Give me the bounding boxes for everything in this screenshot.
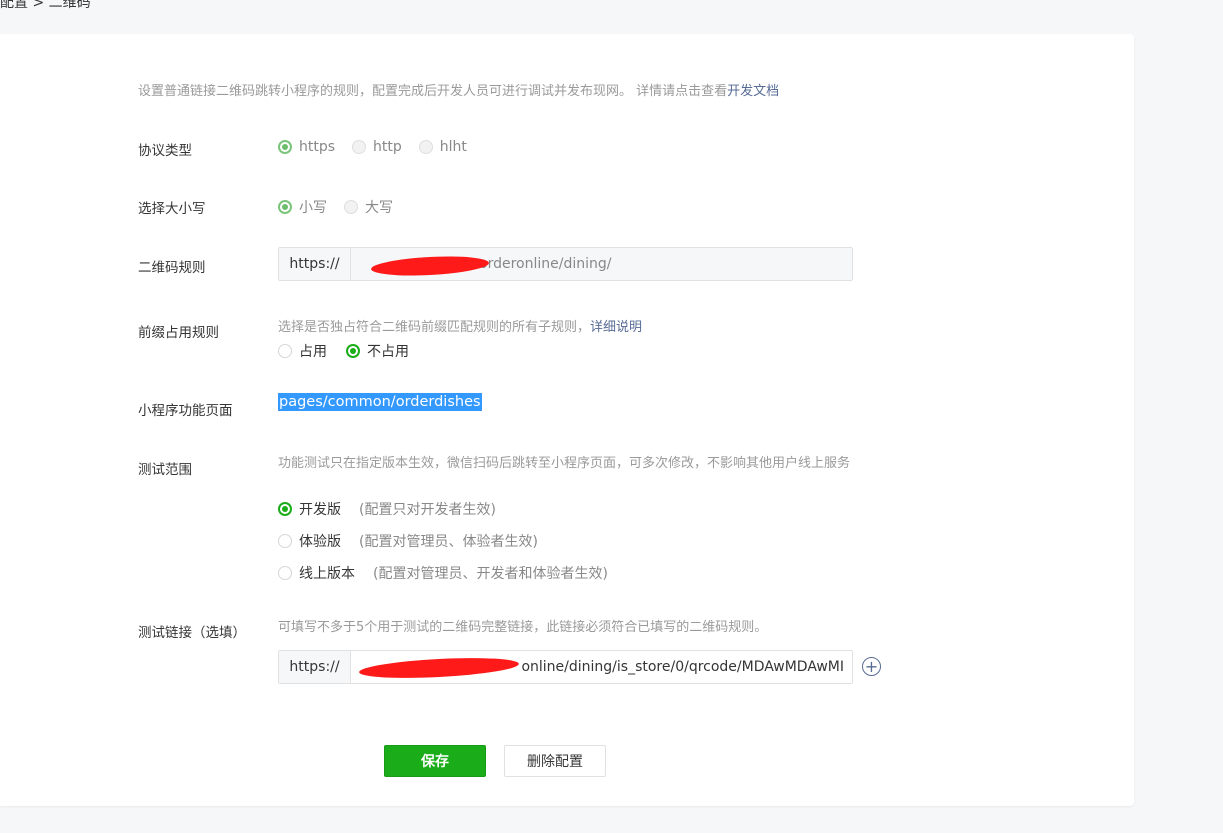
case-option-upper[interactable]: 大写 [344, 197, 393, 217]
test-link-input[interactable]: https:// online/dining/is_store/0/qrcode… [278, 650, 853, 684]
prefix-option-occupy[interactable]: 占用 [278, 341, 327, 361]
qr-rule-field[interactable]: orderonline/dining/ [351, 248, 852, 280]
protocol-option-label: https [299, 139, 336, 155]
qr-rule-value: orderonline/dining/ [479, 256, 612, 272]
scope-option-name: 线上版本 [299, 566, 355, 582]
redaction-mark [358, 654, 520, 682]
scope-option-dev[interactable]: 开发版 (配置只对开发者生效) [278, 499, 496, 519]
radio-checked-icon [346, 344, 360, 358]
test-link-value: online/dining/is_store/0/qrcode/MDAwMDAw… [521, 659, 844, 675]
top-bar: 配置 > 二维码 [0, 0, 1223, 30]
prefix-option-not-occupy[interactable]: 不占用 [346, 341, 409, 361]
qr-rule-label: 二维码规则 [138, 260, 206, 276]
page-description: 设置普通链接二维码跳转小程序的规则，配置完成后开发人员可进行调试并发布现网。 详… [138, 80, 779, 99]
radio-icon [344, 200, 358, 214]
plus-circle-icon[interactable]: + [862, 657, 881, 676]
protocol-radio-group: https http hlht [278, 139, 484, 155]
protocol-option-label: hlht [439, 139, 467, 155]
case-label: 选择大小写 [138, 201, 206, 217]
radio-checked-icon [278, 200, 292, 214]
radio-checked-icon [278, 140, 292, 154]
scope-option-note: (配置只对开发者生效) [359, 502, 496, 518]
radio-checked-icon [278, 502, 292, 516]
qr-rule-prefix: https:// [279, 248, 351, 280]
prefix-option-label: 占用 [299, 344, 327, 360]
case-option-label: 小写 [299, 200, 327, 216]
case-radio-group: 小写 大写 [278, 197, 410, 217]
scope-option-note: (配置对管理员、开发者和体验者生效) [373, 566, 608, 582]
test-link-hint: 可填写不多于5个用于测试的二维码完整链接，此链接必须符合已填写的二维码规则。 [278, 620, 768, 635]
test-link-field[interactable]: online/dining/is_store/0/qrcode/MDAwMDAw… [351, 651, 852, 683]
protocol-option-http[interactable]: http [352, 139, 402, 155]
prefix-rule-radio-group: 占用 不占用 [278, 341, 426, 361]
save-button[interactable]: 保存 [384, 745, 486, 777]
test-link-prefix: https:// [279, 651, 351, 683]
scope-option-note: (配置对管理员、体验者生效) [359, 534, 538, 550]
case-option-label: 大写 [365, 200, 393, 216]
scope-option-name: 开发版 [299, 502, 341, 518]
protocol-option-hlht[interactable]: hlht [418, 139, 467, 155]
test-scope-label: 测试范围 [138, 462, 192, 478]
scope-option-trial[interactable]: 体验版 (配置对管理员、体验者生效) [278, 531, 538, 551]
radio-icon [278, 566, 292, 580]
breadcrumb: 配置 > 二维码 [0, 0, 91, 11]
prefix-option-label: 不占用 [367, 344, 409, 360]
prefix-rule-hint: 选择是否独占符合二维码前缀匹配规则的所有子规则，详细说明 [278, 317, 642, 339]
protocol-label: 协议类型 [138, 143, 192, 159]
scope-option-name: 体验版 [299, 534, 341, 550]
dev-docs-link[interactable]: 开发文档 [727, 84, 779, 99]
radio-icon [418, 140, 433, 154]
scope-option-online[interactable]: 线上版本 (配置对管理员、开发者和体验者生效) [278, 563, 608, 583]
mini-page-label: 小程序功能页面 [138, 403, 233, 419]
case-option-lower[interactable]: 小写 [278, 197, 327, 217]
delete-config-button[interactable]: 删除配置 [504, 745, 606, 777]
redaction-mark [370, 253, 490, 279]
radio-icon [352, 140, 367, 154]
mini-page-value[interactable]: pages/common/orderdishes [278, 393, 482, 411]
protocol-option-label: http [373, 139, 402, 155]
prefix-rule-hint-text: 选择是否独占符合二维码前缀匹配规则的所有子规则， [278, 320, 591, 335]
radio-icon [278, 534, 292, 548]
qr-rule-input[interactable]: https:// orderonline/dining/ [278, 247, 853, 281]
description-text: 设置普通链接二维码跳转小程序的规则，配置完成后开发人员可进行调试并发布现网。 详… [138, 84, 728, 99]
details-link[interactable]: 详细说明 [590, 320, 642, 335]
radio-icon [278, 344, 292, 358]
test-scope-hint: 功能测试只在指定版本生效，微信扫码后跳转至小程序页面，可多次修改，不影响其他用户… [278, 456, 851, 471]
prefix-rule-label: 前缀占用规则 [138, 325, 219, 341]
config-card: 设置普通链接二维码跳转小程序的规则，配置完成后开发人员可进行调试并发布现网。 详… [0, 34, 1134, 806]
protocol-option-https[interactable]: https [278, 139, 335, 155]
test-link-label: 测试链接（选填） [138, 625, 246, 641]
